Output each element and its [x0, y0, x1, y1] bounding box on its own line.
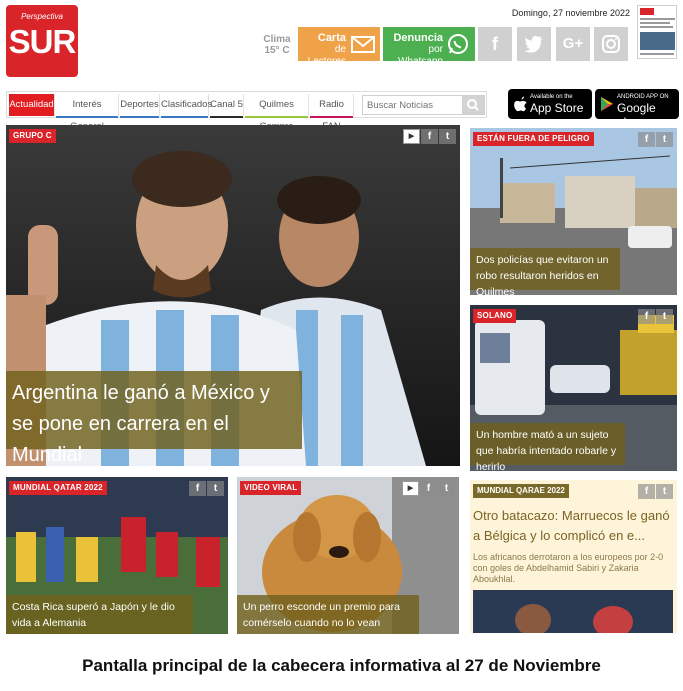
article-summary: Los africanos derrotaron a los europeos … [473, 552, 664, 584]
facebook-icon[interactable]: f [638, 484, 655, 499]
main-article-headline[interactable]: Argentina le ganó a México y se pone en … [6, 371, 302, 466]
article-tag[interactable]: VIDEO VIRAL [240, 481, 302, 495]
screenshot-caption: Pantalla principal de la cabecera inform… [82, 656, 601, 675]
apple-icon [513, 96, 527, 117]
article-headline[interactable]: Dos policías que evitaron un robo result… [470, 248, 620, 295]
twitter-icon[interactable]: t [656, 484, 673, 499]
search-box [362, 95, 485, 115]
site-logo[interactable]: Perspectiva SUR [6, 5, 78, 77]
main-article-card[interactable]: GRUPO C ▶ f t Argentina le ganó a México… [6, 125, 460, 466]
article-share: f t [637, 309, 673, 324]
app-store-small: Available on the [530, 94, 573, 100]
twitter-icon[interactable]: t [656, 132, 673, 147]
facebook-icon[interactable]: f [638, 309, 655, 324]
nav-item-deportes[interactable]: Deportes [120, 94, 160, 118]
twitter-icon[interactable]: t [656, 309, 673, 324]
nav-item-interes-general[interactable]: Interés General [56, 94, 119, 132]
article-share: f t [188, 481, 224, 496]
article-card-solano[interactable]: SOLANO f t Un hombre mató a un sujeto qu… [470, 305, 677, 471]
article-headline[interactable]: Costa Rica superó a Japón y le dio vida … [6, 595, 193, 634]
google-play-small: ANDROID APP ON [617, 94, 669, 100]
article-tag[interactable]: MUNDIAL QATAR 2022 [9, 481, 107, 495]
whatsapp-button-title: Denuncia [393, 32, 443, 44]
article-share: f t [637, 484, 673, 499]
weather-temp: 15° C [264, 45, 290, 56]
article-headline[interactable]: Un hombre mató a un sujeto que habría in… [470, 423, 625, 471]
facebook-icon[interactable]: f [638, 132, 655, 147]
main-navigation: Actualidad Interés General Deportes Clas… [6, 91, 487, 132]
twitter-icon[interactable]: t [439, 129, 456, 144]
facebook-icon[interactable]: f [189, 481, 206, 496]
letters-button-title: Carta [317, 32, 346, 44]
google-plus-icon[interactable]: G+ [556, 27, 590, 61]
app-store-badge[interactable]: Available on the App Store [508, 89, 592, 119]
current-date: Domingo, 27 noviembre 2022 [511, 8, 630, 18]
logo-tagline: Perspectiva [21, 12, 63, 21]
search-input[interactable] [363, 96, 463, 114]
envelope-icon [351, 33, 375, 60]
letters-button[interactable]: Carta de Lectores [298, 27, 380, 67]
article-share: ▶ f t [401, 481, 455, 496]
whatsapp-icon [446, 33, 470, 60]
whatsapp-button-subtitle: por Whatsapp [397, 44, 443, 67]
article-card-perro[interactable]: VIDEO VIRAL ▶ f t Un perro esconde un pr… [237, 477, 459, 634]
google-play-icon [600, 96, 614, 117]
instagram-icon[interactable] [594, 27, 628, 61]
main-article-tag[interactable]: GRUPO C [9, 129, 56, 143]
nav-item-quilmes-compra[interactable]: Quilmes Compra [245, 94, 309, 132]
whatsapp-button[interactable]: Denuncia por Whatsapp [383, 27, 475, 67]
twitter-icon[interactable]: t [207, 481, 224, 496]
article-thumbnail [473, 590, 673, 633]
logo-name: SUR [8, 23, 77, 60]
article-tag[interactable]: MUNDIAL QARAE 2022 [473, 484, 569, 498]
facebook-icon[interactable]: f [421, 129, 438, 144]
facebook-icon[interactable]: f [420, 481, 437, 496]
youtube-icon[interactable]: ▶ [402, 481, 419, 496]
nav-item-radio-fan[interactable]: Radio FAN [310, 94, 354, 132]
article-headline[interactable]: Un perro esconde un premio para comérsel… [237, 595, 419, 634]
youtube-icon[interactable]: ▶ [403, 129, 420, 144]
search-button[interactable] [462, 96, 484, 114]
weather-widget: Clima 15° C [258, 34, 296, 56]
twitter-icon[interactable] [517, 27, 551, 61]
google-play-large: Google play [617, 101, 656, 129]
twitter-icon[interactable]: t [438, 481, 455, 496]
weather-label: Clima [263, 34, 291, 45]
article-card-costa-rica[interactable]: MUNDIAL QATAR 2022 f t Costa Rica superó… [6, 477, 228, 634]
print-edition-thumbnail[interactable] [637, 5, 677, 59]
nav-item-canal-5[interactable]: Canal 5 [210, 94, 244, 118]
article-card-marruecos[interactable]: MUNDIAL QARAE 2022 f t Otro batacazo: Ma… [470, 480, 677, 633]
nav-item-clasificados[interactable]: Clasificados [161, 94, 212, 118]
article-headline[interactable]: Otro batacazo: Marruecos le ganó a Bélgi… [473, 506, 673, 546]
search-icon [462, 99, 484, 118]
app-store-large: App Store [530, 101, 584, 115]
main-article-share: ▶ f t [402, 129, 456, 144]
article-tag[interactable]: ESTÁN FUERA DE PELIGRO [473, 132, 594, 146]
google-play-badge[interactable]: ANDROID APP ON Google play [595, 89, 679, 129]
nav-item-actualidad[interactable]: Actualidad [9, 94, 55, 116]
letters-button-subtitle: de Lectores [307, 44, 346, 67]
article-card-policias[interactable]: ESTÁN FUERA DE PELIGRO f t Dos policías … [470, 128, 677, 295]
article-share: f t [637, 132, 673, 147]
facebook-icon[interactable]: f [478, 27, 512, 61]
article-tag[interactable]: SOLANO [473, 309, 517, 323]
